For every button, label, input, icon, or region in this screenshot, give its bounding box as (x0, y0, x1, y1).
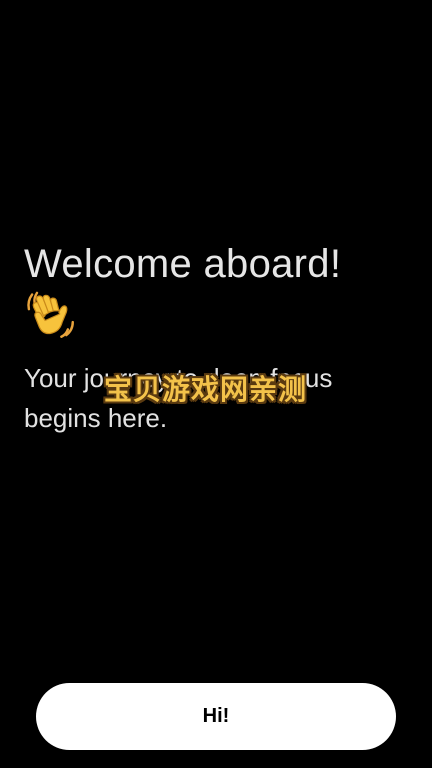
hi-button[interactable]: Hi! (36, 683, 396, 750)
welcome-title: Welcome aboard! (24, 242, 342, 286)
watermark-overlay: 宝贝游戏网亲测 (104, 373, 308, 406)
onboarding-screen: Welcome aboard! Your journey to deep foc… (0, 0, 432, 768)
waving-hand-icon (27, 291, 74, 338)
welcome-block: Welcome aboard! Your journey to deep foc… (24, 240, 408, 438)
